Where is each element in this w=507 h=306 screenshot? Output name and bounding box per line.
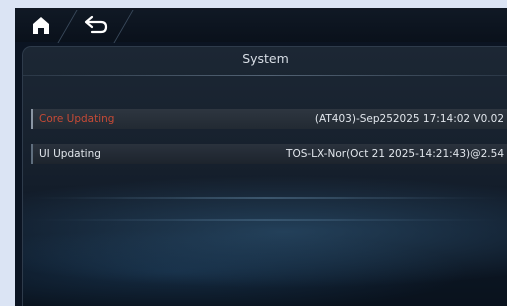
system-panel: System Core Updating (AT403)-Sep252025 1… bbox=[22, 46, 507, 306]
list-item-core-updating[interactable]: Core Updating (AT403)-Sep252025 17:14:02… bbox=[31, 109, 507, 129]
panel-title: System bbox=[242, 51, 289, 66]
background-swoosh bbox=[23, 219, 507, 221]
item-label: Core Updating bbox=[39, 113, 115, 125]
item-value: (AT403)-Sep252025 17:14:02 V0.02 bbox=[314, 113, 504, 125]
item-label: UI Updating bbox=[39, 148, 101, 160]
top-navigation-bar bbox=[15, 8, 507, 43]
list-item-ui-updating[interactable]: UI Updating TOS-LX-Nor(Oct 21 2025-14:21… bbox=[31, 144, 507, 164]
screen: System Core Updating (AT403)-Sep252025 1… bbox=[15, 8, 507, 306]
background-swoosh bbox=[23, 197, 507, 199]
nav-separator bbox=[113, 10, 134, 43]
nav-separator bbox=[57, 10, 78, 43]
item-value: TOS-LX-Nor(Oct 21 2025-14:21:43)@2.54 bbox=[286, 148, 504, 160]
home-icon bbox=[33, 17, 49, 34]
back-button[interactable] bbox=[77, 13, 113, 37]
back-arrow-icon bbox=[84, 15, 108, 34]
title-divider bbox=[23, 75, 507, 76]
home-button[interactable] bbox=[23, 13, 59, 37]
